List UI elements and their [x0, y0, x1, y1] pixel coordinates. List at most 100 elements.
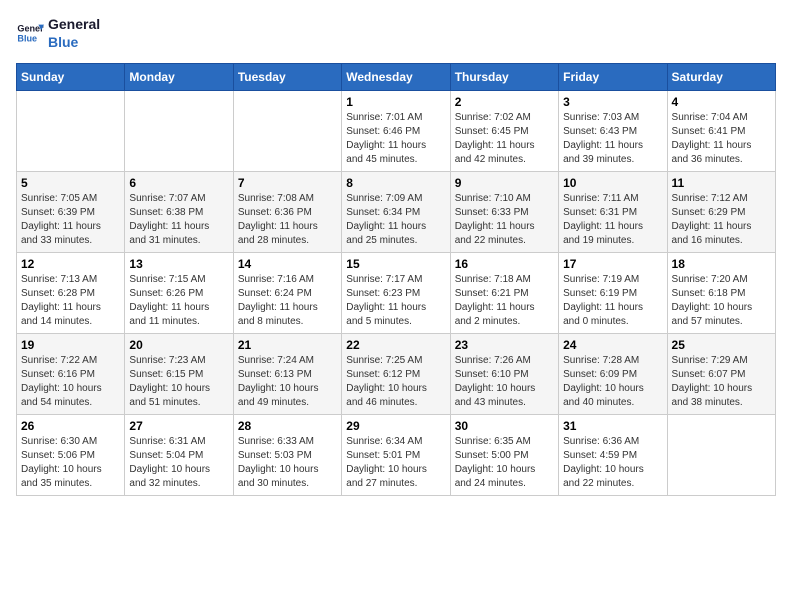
calendar-cell: 26 Sunrise: 6:30 AM Sunset: 5:06 PM Dayli… — [17, 414, 125, 495]
calendar-cell: 14 Sunrise: 7:16 AM Sunset: 6:24 PM Dayli… — [233, 252, 341, 333]
calendar-cell: 10Sunrise: 7:11 AM Sunset: 6:31 PM Dayli… — [559, 171, 667, 252]
day-number: 4 — [672, 95, 771, 109]
weekday-header-row: SundayMondayTuesdayWednesdayThursdayFrid… — [17, 63, 776, 90]
day-info: Sunrise: 7:28 AM Sunset: 6:09 PM Dayligh… — [563, 354, 662, 410]
day-number: 15 — [346, 257, 445, 271]
day-info: Sunrise: 7:20 AM Sunset: 6:18 PM Dayligh… — [672, 273, 771, 329]
weekday-header-cell: Thursday — [450, 63, 558, 90]
day-info: Sunrise: 7:16 AM Sunset: 6:24 PM Dayligh… — [238, 273, 337, 329]
day-info: Sunrise: 7:02 AM Sunset: 6:45 PM Dayligh… — [455, 111, 554, 167]
calendar-table: SundayMondayTuesdayWednesdayThursdayFrid… — [16, 63, 776, 496]
day-info: Sunrise: 7:09 AM Sunset: 6:34 PM Dayligh… — [346, 192, 445, 248]
day-info: Sunrise: 6:33 AM Sunset: 5:03 PM Dayligh… — [238, 435, 337, 491]
day-info: Sunrise: 7:15 AM Sunset: 6:26 PM Dayligh… — [129, 273, 228, 329]
day-number: 13 — [129, 257, 228, 271]
day-number: 16 — [455, 257, 554, 271]
calendar-week-row: 5 Sunrise: 7:05 AM Sunset: 6:39 PM Daylig… — [17, 171, 776, 252]
day-info: Sunrise: 7:07 AM Sunset: 6:38 PM Dayligh… — [129, 192, 228, 248]
calendar-cell: 24 Sunrise: 7:28 AM Sunset: 6:09 PM Dayli… — [559, 333, 667, 414]
day-number: 23 — [455, 338, 554, 352]
day-number: 30 — [455, 419, 554, 433]
day-info: Sunrise: 6:34 AM Sunset: 5:01 PM Dayligh… — [346, 435, 445, 491]
calendar-week-row: 12 Sunrise: 7:13 AM Sunset: 6:28 PM Dayli… — [17, 252, 776, 333]
calendar-cell: 23 Sunrise: 7:26 AM Sunset: 6:10 PM Dayli… — [450, 333, 558, 414]
day-number: 29 — [346, 419, 445, 433]
calendar-cell — [17, 90, 125, 171]
calendar-week-row: 19 Sunrise: 7:22 AM Sunset: 6:16 PM Dayli… — [17, 333, 776, 414]
calendar-cell: 16 Sunrise: 7:18 AM Sunset: 6:21 PM Dayli… — [450, 252, 558, 333]
day-number: 27 — [129, 419, 228, 433]
calendar-cell: 30 Sunrise: 6:35 AM Sunset: 5:00 PM Dayli… — [450, 414, 558, 495]
weekday-header-cell: Saturday — [667, 63, 775, 90]
day-info: Sunrise: 7:12 AM Sunset: 6:29 PM Dayligh… — [672, 192, 771, 248]
day-number: 1 — [346, 95, 445, 109]
day-number: 7 — [238, 176, 337, 190]
logo-icon: General Blue — [16, 19, 44, 47]
day-info: Sunrise: 6:31 AM Sunset: 5:04 PM Dayligh… — [129, 435, 228, 491]
day-info: Sunrise: 7:24 AM Sunset: 6:13 PM Dayligh… — [238, 354, 337, 410]
day-info: Sunrise: 6:35 AM Sunset: 5:00 PM Dayligh… — [455, 435, 554, 491]
day-info: Sunrise: 7:11 AM Sunset: 6:31 PM Dayligh… — [563, 192, 662, 248]
weekday-header-cell: Sunday — [17, 63, 125, 90]
day-number: 17 — [563, 257, 662, 271]
calendar-cell: 20Sunrise: 7:23 AM Sunset: 6:15 PM Dayli… — [125, 333, 233, 414]
day-info: Sunrise: 7:03 AM Sunset: 6:43 PM Dayligh… — [563, 111, 662, 167]
day-info: Sunrise: 6:30 AM Sunset: 5:06 PM Dayligh… — [21, 435, 120, 491]
day-info: Sunrise: 7:29 AM Sunset: 6:07 PM Dayligh… — [672, 354, 771, 410]
calendar-cell: 1 Sunrise: 7:01 AM Sunset: 6:46 PM Daylig… — [342, 90, 450, 171]
calendar-cell: 9 Sunrise: 7:10 AM Sunset: 6:33 PM Daylig… — [450, 171, 558, 252]
day-info: Sunrise: 7:19 AM Sunset: 6:19 PM Dayligh… — [563, 273, 662, 329]
logo: General Blue GeneralBlue — [16, 16, 100, 51]
calendar-cell: 7 Sunrise: 7:08 AM Sunset: 6:36 PM Daylig… — [233, 171, 341, 252]
day-number: 3 — [563, 95, 662, 109]
day-number: 14 — [238, 257, 337, 271]
day-info: Sunrise: 7:26 AM Sunset: 6:10 PM Dayligh… — [455, 354, 554, 410]
calendar-cell: 18 Sunrise: 7:20 AM Sunset: 6:18 PM Dayli… — [667, 252, 775, 333]
calendar-cell: 8 Sunrise: 7:09 AM Sunset: 6:34 PM Daylig… — [342, 171, 450, 252]
calendar-body: 1 Sunrise: 7:01 AM Sunset: 6:46 PM Daylig… — [17, 90, 776, 495]
day-number: 2 — [455, 95, 554, 109]
day-info: Sunrise: 7:08 AM Sunset: 6:36 PM Dayligh… — [238, 192, 337, 248]
day-info: Sunrise: 7:01 AM Sunset: 6:46 PM Dayligh… — [346, 111, 445, 167]
calendar-cell: 19 Sunrise: 7:22 AM Sunset: 6:16 PM Dayli… — [17, 333, 125, 414]
calendar-cell — [125, 90, 233, 171]
calendar-cell: 27 Sunrise: 6:31 AM Sunset: 5:04 PM Dayli… — [125, 414, 233, 495]
day-info: Sunrise: 7:05 AM Sunset: 6:39 PM Dayligh… — [21, 192, 120, 248]
day-number: 20 — [129, 338, 228, 352]
day-info: Sunrise: 7:10 AM Sunset: 6:33 PM Dayligh… — [455, 192, 554, 248]
day-number: 25 — [672, 338, 771, 352]
day-info: Sunrise: 7:18 AM Sunset: 6:21 PM Dayligh… — [455, 273, 554, 329]
calendar-cell — [233, 90, 341, 171]
calendar-cell: 6 Sunrise: 7:07 AM Sunset: 6:38 PM Daylig… — [125, 171, 233, 252]
day-number: 19 — [21, 338, 120, 352]
day-number: 8 — [346, 176, 445, 190]
day-number: 6 — [129, 176, 228, 190]
day-number: 26 — [21, 419, 120, 433]
calendar-cell: 25 Sunrise: 7:29 AM Sunset: 6:07 PM Dayli… — [667, 333, 775, 414]
day-number: 5 — [21, 176, 120, 190]
day-number: 18 — [672, 257, 771, 271]
calendar-cell: 15 Sunrise: 7:17 AM Sunset: 6:23 PM Dayli… — [342, 252, 450, 333]
day-info: Sunrise: 7:17 AM Sunset: 6:23 PM Dayligh… — [346, 273, 445, 329]
calendar-cell: 21Sunrise: 7:24 AM Sunset: 6:13 PM Dayli… — [233, 333, 341, 414]
day-number: 12 — [21, 257, 120, 271]
day-info: Sunrise: 7:13 AM Sunset: 6:28 PM Dayligh… — [21, 273, 120, 329]
day-info: Sunrise: 7:04 AM Sunset: 6:41 PM Dayligh… — [672, 111, 771, 167]
calendar-cell: 5 Sunrise: 7:05 AM Sunset: 6:39 PM Daylig… — [17, 171, 125, 252]
calendar-cell: 12 Sunrise: 7:13 AM Sunset: 6:28 PM Dayli… — [17, 252, 125, 333]
calendar-cell: 11Sunrise: 7:12 AM Sunset: 6:29 PM Dayli… — [667, 171, 775, 252]
day-number: 28 — [238, 419, 337, 433]
day-info: Sunrise: 7:22 AM Sunset: 6:16 PM Dayligh… — [21, 354, 120, 410]
calendar-week-row: 1 Sunrise: 7:01 AM Sunset: 6:46 PM Daylig… — [17, 90, 776, 171]
calendar-cell: 22Sunrise: 7:25 AM Sunset: 6:12 PM Dayli… — [342, 333, 450, 414]
weekday-header-cell: Tuesday — [233, 63, 341, 90]
calendar-cell: 29 Sunrise: 6:34 AM Sunset: 5:01 PM Dayli… — [342, 414, 450, 495]
calendar-cell: 13 Sunrise: 7:15 AM Sunset: 6:26 PM Dayli… — [125, 252, 233, 333]
day-number: 9 — [455, 176, 554, 190]
calendar-cell: 3 Sunrise: 7:03 AM Sunset: 6:43 PM Daylig… — [559, 90, 667, 171]
weekday-header-cell: Friday — [559, 63, 667, 90]
day-number: 24 — [563, 338, 662, 352]
page-header: General Blue GeneralBlue — [16, 16, 776, 51]
calendar-cell — [667, 414, 775, 495]
day-info: Sunrise: 7:25 AM Sunset: 6:12 PM Dayligh… — [346, 354, 445, 410]
